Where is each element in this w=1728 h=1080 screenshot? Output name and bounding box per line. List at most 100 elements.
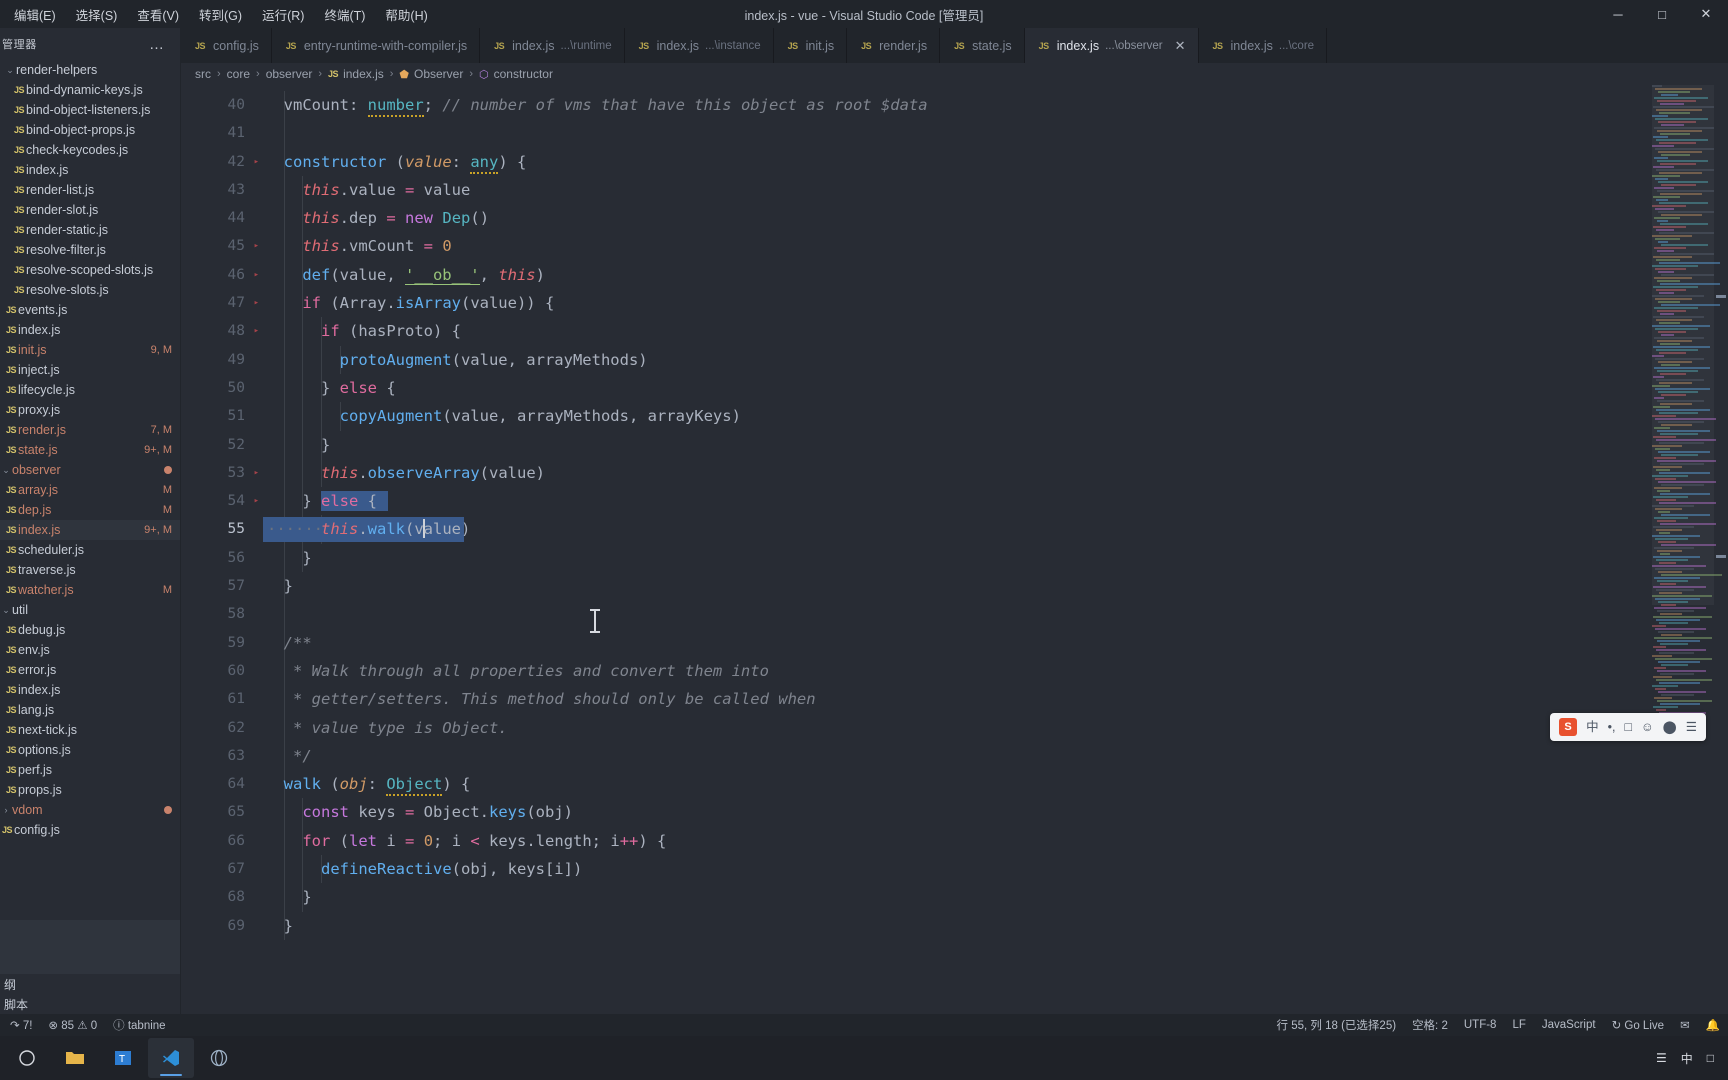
ime-lang-icon[interactable]: 中: [1586, 721, 1599, 734]
fold-marker-icon[interactable]: ▸: [254, 317, 259, 345]
tree-file[interactable]: JS index.js: [0, 680, 180, 700]
code-line[interactable]: * value type is Object.: [263, 713, 1728, 742]
menu-run[interactable]: 运行(R): [252, 2, 314, 27]
code-line[interactable]: if (Array.isArray(value)) {: [263, 289, 1728, 318]
tree-file[interactable]: JS error.js: [0, 660, 180, 680]
tree-file[interactable]: JS config.js: [0, 820, 180, 840]
code-line[interactable]: def(value, '__ob__', this): [263, 260, 1728, 290]
code-line[interactable]: this.observeArray(value): [263, 458, 1728, 488]
breadcrumb-item[interactable]: ⬟ Observer: [399, 67, 463, 81]
maximize-button[interactable]: □: [1640, 0, 1684, 28]
tree-file[interactable]: JS resolve-scoped-slots.js: [0, 260, 180, 280]
chevron-down-icon[interactable]: ⌄: [0, 605, 12, 616]
code-line[interactable]: ······ this.walk(value): [263, 515, 1728, 544]
ime-emoji-icon[interactable]: ☺: [1641, 721, 1654, 734]
code-line[interactable]: }: [263, 883, 1728, 912]
menu-selection[interactable]: 选择(S): [66, 2, 128, 27]
tree-file[interactable]: JS render-static.js: [0, 220, 180, 240]
breadcrumb-item[interactable]: src: [195, 67, 211, 81]
chevron-down-icon[interactable]: ⌄: [4, 65, 16, 76]
tree-folder[interactable]: ⌄ render-helpers: [0, 60, 180, 80]
code-line[interactable]: [263, 119, 1728, 148]
editor-scrollbar[interactable]: [1714, 85, 1728, 1014]
tree-file[interactable]: JS index.js: [0, 320, 180, 340]
editor-tab[interactable]: JS init.js: [773, 28, 848, 63]
tree-file[interactable]: JS options.js: [0, 740, 180, 760]
tree-file[interactable]: JS lang.js: [0, 700, 180, 720]
line-number[interactable]: 51: [181, 402, 263, 430]
breadcrumb-item[interactable]: observer: [266, 67, 313, 81]
tree-file[interactable]: JS inject.js: [0, 360, 180, 380]
tree-file[interactable]: JS debug.js: [0, 620, 180, 640]
menu-go[interactable]: 转到(G): [189, 2, 252, 27]
tree-file[interactable]: JS index.js 9+, M: [0, 520, 180, 540]
code-line[interactable]: /**: [263, 628, 1728, 657]
line-number[interactable]: 61: [181, 685, 263, 713]
eol[interactable]: LF: [1504, 1014, 1533, 1036]
tree-folder[interactable]: ⌄ util: [0, 600, 180, 620]
line-number[interactable]: 56: [181, 544, 263, 572]
fold-marker-icon[interactable]: ▸: [254, 459, 259, 487]
code-line[interactable]: this.vmCount = 0: [263, 232, 1728, 261]
breadcrumb-item[interactable]: JS index.js: [328, 67, 384, 81]
code-line[interactable]: this.dep = new Dep(): [263, 204, 1728, 233]
line-number[interactable]: 57: [181, 572, 263, 600]
line-number[interactable]: 58: [181, 600, 263, 628]
breadcrumb-item[interactable]: core: [227, 67, 250, 81]
tree-file[interactable]: JS watcher.js M: [0, 580, 180, 600]
line-number[interactable]: 68: [181, 883, 263, 911]
line-number[interactable]: 52: [181, 431, 263, 459]
line-number[interactable]: 63: [181, 742, 263, 770]
vscode-taskbar-icon[interactable]: [148, 1038, 194, 1078]
editor-tab[interactable]: JS entry-runtime-with-compiler.js: [271, 28, 481, 63]
fold-marker-icon[interactable]: ▸: [254, 148, 259, 176]
file-tree[interactable]: ⌄ render-helpers JS bind-dynamic-keys.js JS b…: [0, 60, 180, 920]
line-number[interactable]: 46 ▸: [181, 261, 263, 289]
editor-tab[interactable]: JS index.js ...\instance: [624, 28, 774, 63]
code-line[interactable]: * Walk through all properties and conver…: [263, 656, 1728, 686]
editor-tab[interactable]: JS index.js ...\runtime: [480, 28, 625, 63]
code-line[interactable]: defineReactive(obj, keys[i]): [263, 855, 1728, 884]
tree-file[interactable]: JS render.js 7, M: [0, 420, 180, 440]
tree-file[interactable]: JS resolve-filter.js: [0, 240, 180, 260]
code-content[interactable]: vmCount: number; // number of vms that h…: [263, 85, 1728, 1014]
tree-file[interactable]: JS bind-object-props.js: [0, 120, 180, 140]
line-number[interactable]: 69: [181, 912, 263, 940]
code-line[interactable]: } else {: [263, 373, 1728, 403]
code-line[interactable]: for (let i = 0; i < keys.length; i++) {: [263, 826, 1728, 856]
ime-keyboard-icon[interactable]: □: [1624, 721, 1632, 734]
ime-voice-icon[interactable]: ⬤: [1663, 721, 1677, 734]
tree-file[interactable]: JS resolve-slots.js: [0, 280, 180, 300]
file-explorer-icon[interactable]: [52, 1038, 98, 1078]
code-line[interactable]: vmCount: number; // number of vms that h…: [263, 91, 1728, 120]
line-number[interactable]: 47 ▸: [181, 289, 263, 317]
fold-marker-icon[interactable]: ▸: [254, 232, 259, 260]
menu-view[interactable]: 查看(V): [127, 2, 189, 27]
tree-file[interactable]: JS scheduler.js: [0, 540, 180, 560]
code-editor[interactable]: 40 41 42 ▸ 43 44 45 ▸ 46 ▸ 47 ▸ 48 ▸ 49 50 51 52 53 ▸ 54 ▸ 55 5…: [181, 85, 1728, 1014]
tree-file[interactable]: JS env.js: [0, 640, 180, 660]
tree-file[interactable]: JS init.js 9, M: [0, 340, 180, 360]
tree-file[interactable]: JS render-list.js: [0, 180, 180, 200]
line-number[interactable]: 60: [181, 657, 263, 685]
ime-menu-icon[interactable]: ☰: [1686, 721, 1697, 734]
minimize-button[interactable]: ─: [1596, 0, 1640, 28]
tabnine[interactable]: ⓘ tabnine: [105, 1014, 173, 1036]
code-line[interactable]: protoAugment(value, arrayMethods): [263, 345, 1728, 374]
status-right[interactable]: 行 55, 列 18 (已选择25) 空格: 2 UTF-8 LF JavaScript…: [1269, 1014, 1728, 1036]
line-number[interactable]: 54 ▸: [181, 487, 263, 515]
fold-marker-icon[interactable]: ▸: [254, 289, 259, 317]
code-line[interactable]: if (hasProto) {: [263, 317, 1728, 346]
chevron-right-icon[interactable]: ›: [0, 805, 12, 815]
editor-tab[interactable]: JS config.js: [181, 28, 272, 63]
breadcrumb[interactable]: src › core › observer › JS index.js › ⬟ Observer › ⬡…: [181, 63, 1728, 85]
start-button[interactable]: [4, 1038, 50, 1078]
line-number[interactable]: 55: [181, 515, 263, 543]
tree-file[interactable]: JS perf.js: [0, 760, 180, 780]
tree-folder[interactable]: ⌄ observer: [0, 460, 180, 480]
tree-file[interactable]: JS next-tick.js: [0, 720, 180, 740]
menu-help[interactable]: 帮助(H): [375, 2, 437, 27]
outline-label[interactable]: 纲: [0, 974, 180, 994]
fold-marker-icon[interactable]: ▸: [254, 261, 259, 289]
line-number[interactable]: 67: [181, 855, 263, 883]
